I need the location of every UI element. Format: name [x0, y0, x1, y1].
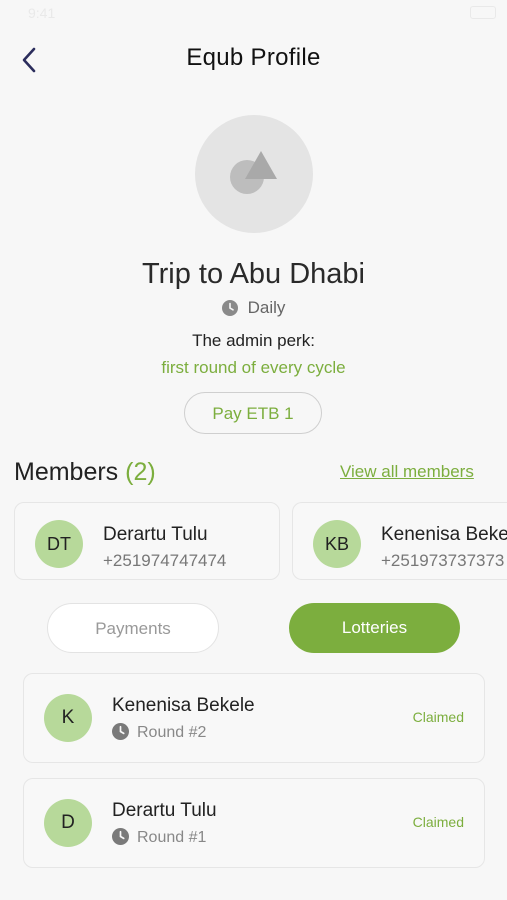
status-badge: Claimed [412, 709, 464, 725]
group-avatar [195, 115, 313, 233]
perk-value: first round of every cycle [161, 358, 346, 377]
status-bar: 9:41 [0, 0, 507, 26]
member-name: Kenenisa Bekele [381, 524, 507, 545]
pay-button[interactable]: Pay ETB 1 [184, 392, 322, 434]
member-card[interactable]: DT Derartu Tulu +251974747474 [14, 502, 280, 580]
perk-label: The admin perk: [192, 331, 315, 350]
member-phone: +251973737373 [381, 551, 505, 570]
lottery-item[interactable]: D Derartu Tulu Round #1 Claimed [23, 778, 485, 868]
clock-icon [112, 723, 129, 745]
avatar: D [44, 799, 92, 847]
clock-icon [221, 300, 238, 321]
clock-icon [112, 828, 129, 850]
round-label: Round #2 [137, 724, 207, 741]
lottery-winner-name: Derartu Tulu [112, 800, 217, 821]
frequency: Daily [0, 298, 507, 321]
member-phone: +251974747474 [103, 551, 227, 570]
member-card[interactable]: KB Kenenisa Bekele +251973737373 [292, 502, 507, 580]
avatar: DT [35, 520, 83, 568]
tab-lotteries[interactable]: Lotteries [289, 603, 460, 653]
group-name: Trip to Abu Dhabi [142, 258, 365, 290]
page-title: Equb Profile [186, 44, 321, 71]
member-name: Derartu Tulu [103, 524, 208, 545]
shapes-icon [230, 151, 277, 194]
round-label: Round #1 [137, 829, 207, 846]
avatar: KB [313, 520, 361, 568]
tab-payments[interactable]: Payments [47, 603, 219, 653]
battery-icon [470, 6, 496, 19]
members-count: (2) [125, 458, 156, 486]
avatar: K [44, 694, 92, 742]
lottery-round: Round #2 [112, 723, 206, 745]
view-all-members-link[interactable]: View all members [340, 462, 474, 482]
frequency-label: Daily [247, 298, 286, 317]
status-badge: Claimed [412, 814, 464, 830]
members-heading: Members (2) [14, 458, 156, 487]
status-time: 9:41 [28, 5, 56, 21]
lottery-item[interactable]: K Kenenisa Bekele Round #2 Claimed [23, 673, 485, 763]
members-title: Members [14, 458, 119, 486]
lottery-winner-name: Kenenisa Bekele [112, 695, 255, 716]
lottery-round: Round #1 [112, 828, 206, 850]
